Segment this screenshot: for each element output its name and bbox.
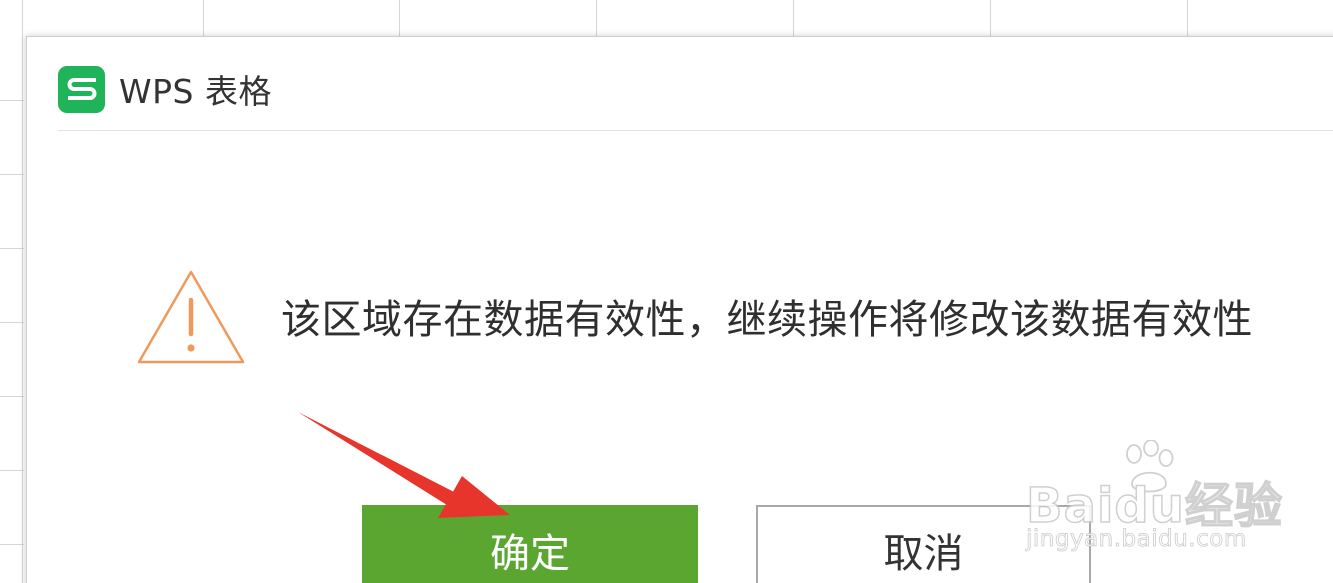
grid-column-line bbox=[1187, 0, 1188, 40]
watermark-url: jingyan.baidu.com bbox=[1026, 526, 1247, 553]
dialog-message: 该区域存在数据有效性，继续操作将修改该数据有效性 bbox=[281, 297, 1253, 343]
dialog-title: WPS 表格 bbox=[119, 72, 272, 111]
grid-row-line bbox=[0, 100, 24, 101]
grid-row-line bbox=[0, 544, 24, 545]
grid-column-line bbox=[22, 0, 23, 583]
grid-column-line bbox=[793, 0, 794, 40]
ok-button[interactable]: 确定 bbox=[362, 505, 698, 583]
grid-row-line bbox=[0, 396, 24, 397]
cancel-button-label: 取消 bbox=[883, 531, 964, 577]
grid-column-line bbox=[203, 0, 204, 40]
grid-column-line bbox=[990, 0, 991, 40]
ok-button-label: 确定 bbox=[490, 531, 570, 577]
wps-spreadsheet-icon bbox=[58, 65, 105, 113]
grid-row-line bbox=[0, 470, 24, 471]
grid-row-line bbox=[0, 174, 24, 175]
screen: WPS 表格 该区域存在数据有效性，继续操作将修改该数据有效性 确定 取消 Ba… bbox=[0, 0, 1333, 583]
grid-row-line bbox=[0, 248, 24, 249]
grid-column-line bbox=[399, 0, 400, 40]
baidu-watermark: Baidu经验 jingyan.baidu.com bbox=[1025, 440, 1283, 560]
grid-column-line bbox=[596, 0, 597, 40]
title-divider bbox=[58, 130, 1333, 131]
grid-row-line bbox=[0, 322, 24, 323]
warning-icon bbox=[137, 270, 245, 364]
wps-s-glyph bbox=[67, 78, 96, 100]
dialog-title-bar: WPS 表格 bbox=[58, 59, 272, 119]
